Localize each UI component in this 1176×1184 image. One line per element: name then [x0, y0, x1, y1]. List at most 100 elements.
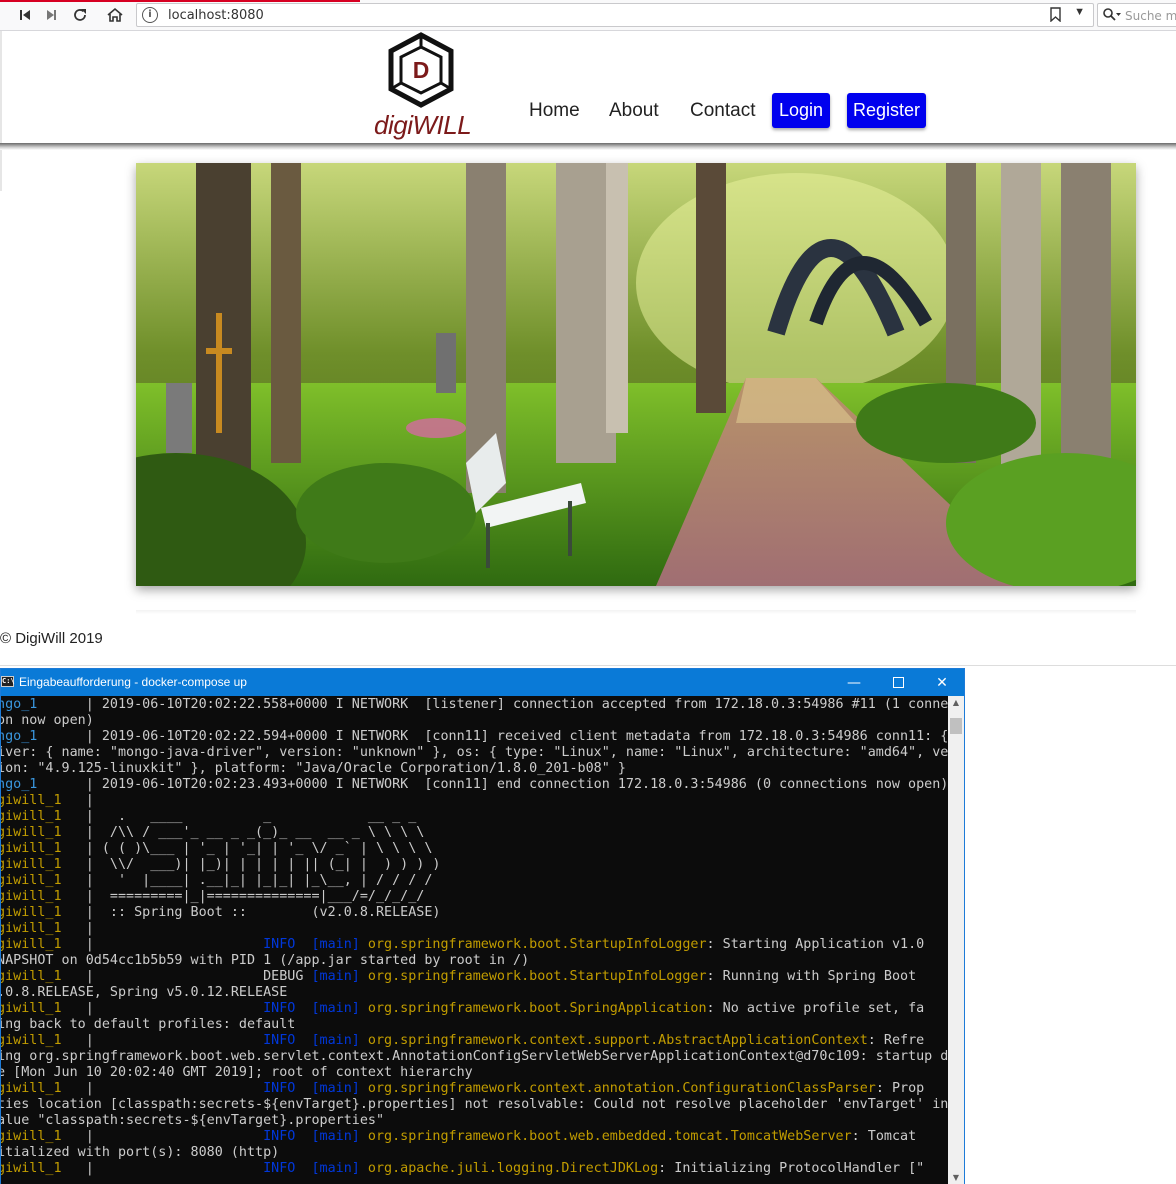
page-edge — [0, 31, 2, 191]
console-title-bar[interactable]: C:\ Eingabeaufforderung - docker-compose… — [1, 669, 964, 696]
console-title: Eingabeaufforderung - docker-compose up — [19, 675, 247, 689]
console-text: igiwill_1 — [1, 1129, 62, 1144]
console-text: org.springframework.context.annotation.C… — [367, 1081, 876, 1096]
site-header — [0, 31, 1176, 144]
bookmark-icon[interactable] — [1050, 7, 1061, 27]
info-icon[interactable]: i — [142, 7, 158, 23]
console-text: SNAPSHOT on 0d54cc1b5b59 with PID 1 (/ap… — [1, 953, 530, 968]
console-text: INFO — [263, 1001, 296, 1016]
console-text: ongo_1 — [1, 729, 38, 744]
nav-contact[interactable]: Contact — [690, 100, 755, 122]
maximize-icon[interactable] — [875, 669, 921, 696]
console-text: | — [61, 921, 94, 936]
console-window[interactable]: C:\ Eingabeaufforderung - docker-compose… — [0, 668, 965, 1184]
console-text: igiwill_1 — [1, 905, 62, 920]
nav-about[interactable]: About — [609, 100, 659, 122]
console-text: igiwill_1 — [1, 1161, 62, 1176]
console-text: rties location [classpath:secrets-${envT… — [1, 1097, 948, 1112]
console-text: igiwill_1 — [1, 921, 62, 936]
console-line: igiwill_1 | \\/ ___)| |_)| | | | | || (_… — [1, 857, 948, 873]
dropdown-arrow-icon[interactable]: ▼ — [1074, 6, 1085, 18]
footer-divider — [0, 665, 1176, 666]
console-text: [main] — [311, 1161, 360, 1176]
console-text: [main] — [311, 1081, 360, 1096]
console-line: ongo_1 | 2019-06-10T20:02:23.493+0000 I … — [1, 777, 948, 793]
console-line: igiwill_1 | INFO [main] org.springframew… — [1, 1001, 948, 1017]
console-text: igiwill_1 — [1, 825, 62, 840]
scroll-down-icon[interactable]: ▼ — [948, 1173, 964, 1182]
console-text: | — [61, 937, 264, 952]
console-line: value "classpath:secrets-${envTarget}.pr… — [1, 1113, 948, 1129]
header-shadow — [0, 143, 1176, 150]
hero-image-park-bench — [136, 163, 1136, 586]
scroll-up-icon[interactable]: ▲ — [948, 698, 964, 707]
console-text: igiwill_1 — [1, 1033, 62, 1048]
console-line: rties location [classpath:secrets-${envT… — [1, 1097, 948, 1113]
console-text: org.springframework.context.support.Abst… — [367, 1033, 868, 1048]
console-line: igiwill_1 | DEBUG [main] org.springframe… — [1, 969, 948, 985]
console-text: ongo_1 — [1, 777, 38, 792]
console-line: sion: "4.9.125-linuxkit" }, platform: "J… — [1, 761, 948, 777]
console-text: [main] — [311, 1001, 360, 1016]
console-text: | — [61, 1161, 264, 1176]
console-text: te [Mon Jun 10 20:02:40 GMT 2019]; root … — [1, 1065, 473, 1080]
console-text: | 2019-06-10T20:02:22.594+0000 I NETWORK… — [37, 729, 948, 744]
console-text: org.apache.juli.logging.DirectJDKLog — [367, 1161, 659, 1176]
url-bar[interactable]: i localhost:8080 ▼ — [136, 3, 1094, 27]
console-text: | \\/ ___)| |_)| | | | | || (_| | ) ) ) … — [61, 857, 441, 872]
console-text: org.springframework.boot.SpringApplicati… — [367, 1001, 707, 1016]
console-text: org.springframework.boot.web.embedded.to… — [367, 1129, 852, 1144]
first-page-icon[interactable] — [14, 5, 36, 25]
console-text: | DEBUG — [61, 969, 312, 984]
console-text: | — [61, 1033, 264, 1048]
logo-text: digiWILL — [374, 110, 472, 140]
browser-toolbar: i localhost:8080 ▼ Suche mi — [0, 0, 1176, 31]
register-button[interactable]: Register — [847, 93, 926, 128]
skip-forward-icon[interactable] — [40, 5, 62, 25]
console-text: igiwill_1 — [1, 809, 62, 824]
nav-home[interactable]: Home — [529, 100, 580, 122]
console-line: igiwill_1 | INFO [main] org.springframew… — [1, 1033, 948, 1049]
console-text: INFO — [263, 1129, 296, 1144]
console-output[interactable]: ongo_1 | 2019-06-10T20:02:22.558+0000 I … — [1, 696, 948, 1184]
console-text: org.springframework.boot.StartupInfoLogg… — [367, 969, 707, 984]
url-text[interactable]: localhost:8080 — [168, 8, 264, 23]
console-text: ongo_1 — [1, 697, 38, 712]
console-text: river: { name: "mongo-java-driver", vers… — [1, 745, 948, 760]
console-text: : Prop — [875, 1081, 925, 1096]
minimize-icon[interactable]: — — [831, 669, 877, 696]
console-text: [main] — [311, 1129, 360, 1144]
console-scrollbar[interactable]: ▲ ▼ — [948, 696, 964, 1184]
console-text: [main] — [311, 937, 360, 952]
console-line: hing org.springframework.boot.web.servle… — [1, 1049, 948, 1065]
console-line: igiwill_1 | — [1, 793, 948, 809]
close-icon[interactable]: ✕ — [919, 669, 965, 696]
console-line: ongo_1 | 2019-06-10T20:02:22.558+0000 I … — [1, 697, 948, 713]
console-line: SNAPSHOT on 0d54cc1b5b59 with PID 1 (/ap… — [1, 953, 948, 969]
console-line: 2.0.8.RELEASE, Spring v5.0.12.RELEASE — [1, 985, 948, 1001]
console-text: igiwill_1 — [1, 793, 62, 808]
console-line: igiwill_1 | INFO [main] org.springframew… — [1, 1129, 948, 1145]
console-line: river: { name: "mongo-java-driver", vers… — [1, 745, 948, 761]
login-button[interactable]: Login — [772, 93, 830, 128]
console-text: : Starting Application v1.0 — [706, 937, 925, 952]
console-text: | =========|_|==============|___/=/_/_/_… — [61, 889, 425, 904]
reload-icon[interactable] — [69, 5, 91, 25]
console-text: : Running with Spring Boot — [706, 969, 917, 984]
search-bar[interactable]: Suche mi — [1097, 3, 1176, 27]
console-text: INFO — [263, 937, 296, 952]
console-text: INFO — [263, 1033, 296, 1048]
console-line: igiwill_1 | :: Spring Boot :: (v2.0.8.RE… — [1, 905, 948, 921]
console-line: ion now open) — [1, 713, 948, 729]
console-text: ling back to default profiles: default — [1, 1017, 296, 1032]
home-icon[interactable] — [104, 5, 126, 25]
scroll-thumb[interactable] — [950, 718, 962, 734]
console-text: org.springframework.boot.StartupInfoLogg… — [367, 937, 707, 952]
console-text: [main] — [311, 969, 360, 984]
